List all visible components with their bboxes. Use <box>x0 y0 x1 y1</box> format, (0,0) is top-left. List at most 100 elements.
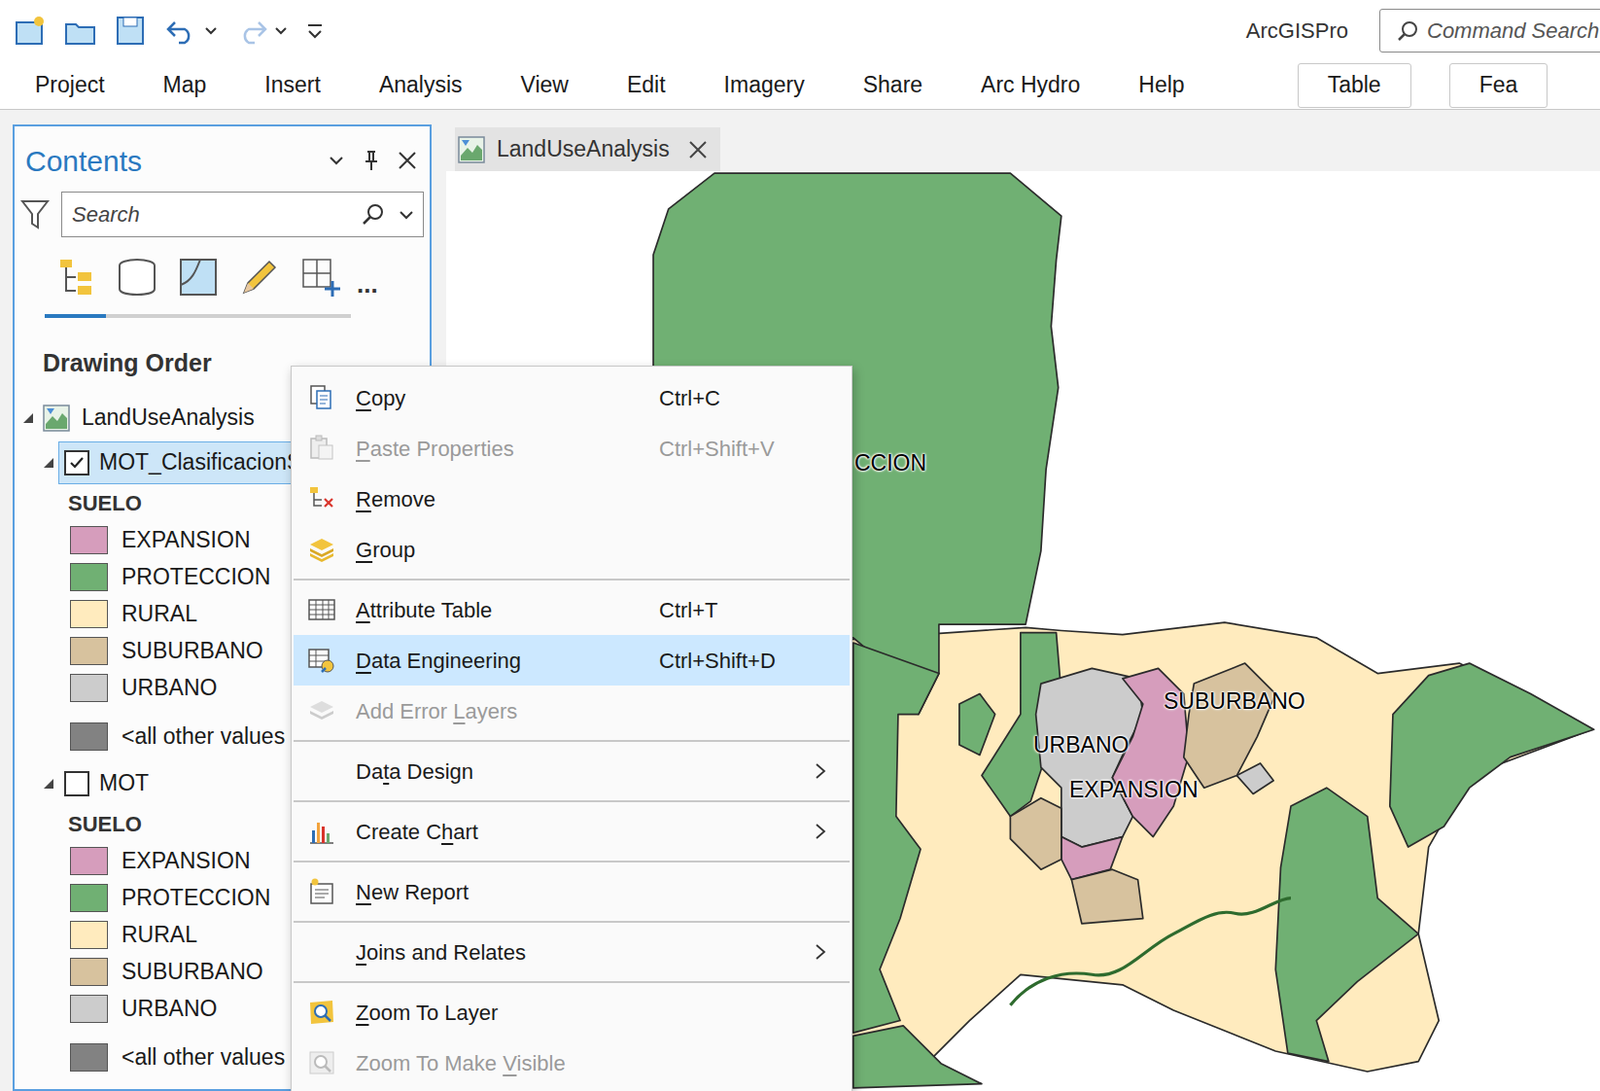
data-engineering-icon <box>307 645 337 675</box>
menu-item-label: Group <box>355 537 416 562</box>
pin-icon[interactable] <box>361 148 382 173</box>
menu-separator <box>291 735 852 746</box>
view-tab[interactable] <box>105 254 168 318</box>
map-label: CCION <box>854 446 927 481</box>
selection-icon <box>176 255 220 299</box>
search-icon <box>360 202 386 228</box>
title-bar: ArcGISProCommand Search <box>0 0 1600 62</box>
close-tab-icon[interactable] <box>687 139 709 161</box>
legend-swatch <box>69 673 108 702</box>
menu-item[interactable]: Copy Ctrl+C <box>293 372 850 423</box>
table-icon <box>307 594 337 625</box>
view-tab[interactable] <box>167 254 229 318</box>
ribbon-tab[interactable]: Map <box>163 68 208 103</box>
arcgis-pro-window: ArcGISProCommand Search Project Map Insert A… <box>0 0 1600 1091</box>
undo-dropdown-icon[interactable] <box>204 14 218 48</box>
map-label: EXPANSION <box>1069 772 1199 807</box>
pane-title: Contents <box>25 139 327 183</box>
submenu-chevron-icon <box>812 941 829 962</box>
map-label: URBANO <box>1033 728 1129 763</box>
expand-icon[interactable] <box>42 777 55 790</box>
ribbon-tab[interactable]: Edit <box>626 68 666 103</box>
filter-icon[interactable] <box>20 198 50 232</box>
menu-item[interactable]: Remove <box>293 473 850 524</box>
menu-item[interactable]: Data EngineeringCtrl+Shift+D <box>293 634 850 686</box>
menu-item-label: Copy <box>355 385 406 411</box>
map-icon <box>42 404 70 432</box>
submenu-chevron-icon <box>812 821 829 841</box>
layer-checkbox[interactable] <box>64 450 90 476</box>
menu-item-label: New Report <box>355 879 469 905</box>
legend-swatch <box>69 920 108 949</box>
legend-swatch <box>69 599 108 628</box>
more-views[interactable]: ... <box>356 271 379 297</box>
search-field[interactable]: Search <box>61 191 424 238</box>
menu-item[interactable]: Attribute Table Ctrl+T <box>293 584 850 635</box>
chevron-down-icon[interactable] <box>326 150 347 171</box>
legend-swatch <box>69 636 108 665</box>
group-icon <box>307 534 337 564</box>
ribbon-tab[interactable]: Help <box>1138 68 1184 103</box>
menu-item[interactable]: Paste PropertiesCtrl+Shift+V <box>293 422 850 474</box>
command-search[interactable]: Command Search <box>1379 8 1600 53</box>
pane-header: Contents <box>14 138 430 183</box>
ribbon-tab[interactable]: View <box>521 68 569 103</box>
ribbon-tab[interactable]: Arc Hydro <box>980 68 1080 103</box>
data-source-icon <box>115 255 159 299</box>
menu-item-shortcut: Ctrl+C <box>659 382 850 415</box>
menu-item-shortcut: Ctrl+T <box>659 593 850 627</box>
close-icon[interactable] <box>396 149 418 172</box>
undo-icon[interactable] <box>165 14 199 48</box>
map-label: SUBURBANO <box>1163 684 1306 719</box>
contextual-tab[interactable]: Fea <box>1449 63 1549 108</box>
ribbon-tab[interactable]: Analysis <box>379 68 463 103</box>
legend-swatch <box>69 525 108 555</box>
ribbon-tab[interactable]: Insert <box>264 68 321 103</box>
ribbon-tab[interactable]: Imagery <box>724 68 805 103</box>
layer-checkbox[interactable] <box>64 770 90 797</box>
view-tab-strip: LandUseAnalysis <box>446 124 1600 172</box>
customize-toolbar-icon[interactable] <box>305 14 325 48</box>
search-icon <box>1395 19 1420 43</box>
ribbon-tab[interactable]: Share <box>863 68 923 103</box>
menu-item[interactable]: Group <box>293 523 850 575</box>
menu-item-shortcut: Ctrl+Shift+V <box>659 432 850 465</box>
menu-item[interactable]: Joins and Relates <box>293 926 850 977</box>
menu-item[interactable]: Zoom To Make Visible <box>293 1037 850 1088</box>
open-project-icon[interactable] <box>64 14 98 48</box>
menu-item[interactable]: Create Chart <box>293 805 850 857</box>
redo-dropdown-icon[interactable] <box>274 14 288 48</box>
save-project-icon[interactable] <box>114 14 148 48</box>
menu-separator <box>291 856 852 867</box>
map-view-tab[interactable]: LandUseAnalysis <box>454 127 721 172</box>
menu-separator <box>291 976 852 987</box>
menu-item-shortcut: Ctrl+Shift+D <box>659 644 850 677</box>
menu-group: Copy Ctrl+C Paste PropertiesCtrl+Shift+VRe… <box>291 372 852 585</box>
submenu-chevron-icon <box>812 761 829 781</box>
view-tab[interactable] <box>44 254 106 318</box>
legend-swatch <box>69 994 108 1023</box>
menu-group: Zoom To LayerZoom To Make Visible <box>291 986 852 1091</box>
view-tab[interactable] <box>228 254 290 318</box>
menu-item-label: Add Error Layers <box>355 698 518 724</box>
menu-item[interactable]: Zoom To Layer <box>293 986 850 1038</box>
legend-swatch <box>69 722 108 751</box>
menu-group: New Report <box>291 866 852 927</box>
contextual-tab[interactable]: Table <box>1297 63 1412 108</box>
menu-separator <box>291 574 852 585</box>
view-tab[interactable] <box>289 254 351 318</box>
error-layers-icon <box>307 695 337 726</box>
expand-icon[interactable] <box>22 412 35 424</box>
map-tab-icon <box>457 136 486 164</box>
menu-item[interactable]: New Report <box>293 866 850 917</box>
new-project-icon[interactable] <box>13 14 47 48</box>
dropdown-icon[interactable] <box>397 206 416 224</box>
menu-item[interactable]: Data Design <box>293 745 850 797</box>
ribbon-tab[interactable]: Project <box>34 68 105 103</box>
menu-item-label: Attribute Table <box>355 597 492 623</box>
redo-icon[interactable] <box>235 14 269 48</box>
quick-access-toolbar <box>13 14 325 48</box>
expand-icon[interactable] <box>42 456 55 469</box>
menu-item[interactable]: Add Error Layers <box>293 685 850 736</box>
view-tabs: ... <box>14 254 430 318</box>
